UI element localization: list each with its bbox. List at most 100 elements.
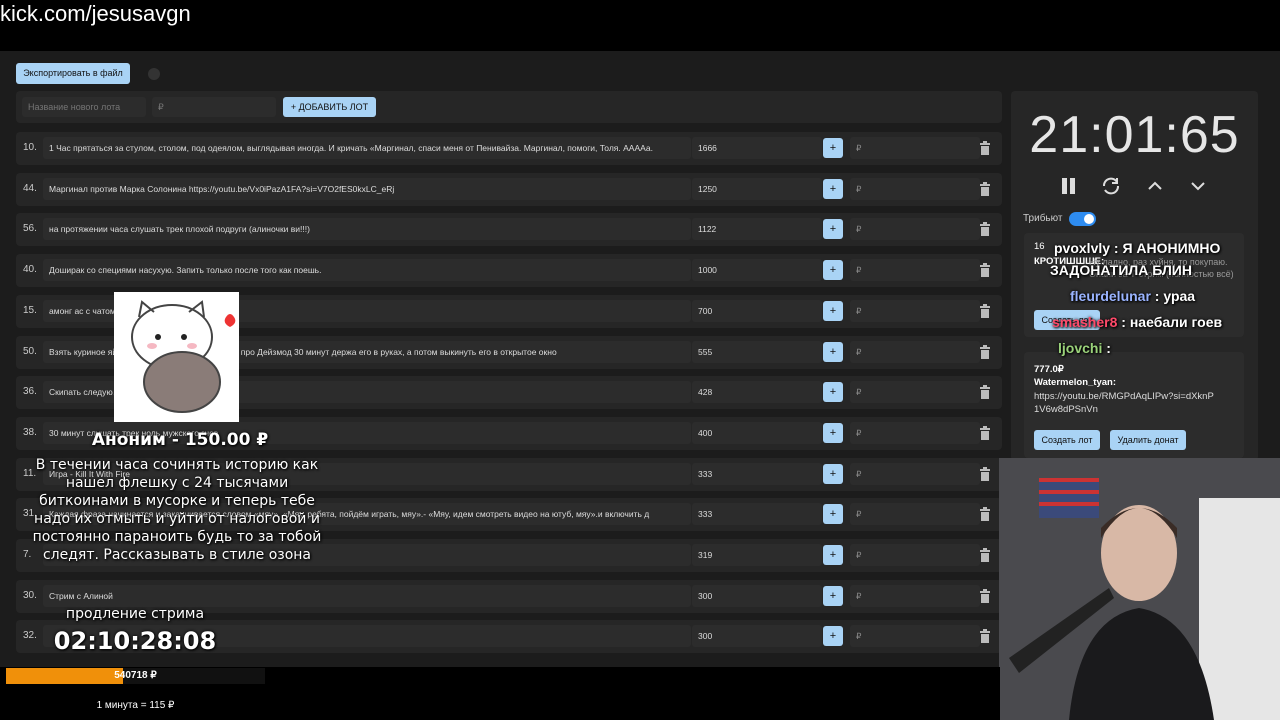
trash-icon[interactable] [980, 466, 990, 481]
lot-title-input[interactable]: на протяжении часа слушать трек плохой п… [43, 218, 691, 241]
lot-plus-button[interactable]: + [823, 422, 843, 443]
lot-plus-button[interactable]: + [823, 341, 843, 362]
export-button[interactable]: Экспортировать в файл [16, 63, 130, 84]
reset-icon[interactable] [1100, 176, 1122, 196]
lot-amount-input[interactable]: 300 [692, 584, 822, 607]
chat-text: наебали гоев [1129, 314, 1223, 330]
new-lot-price-input[interactable] [152, 97, 276, 117]
chat-username: smasher8 [1052, 314, 1118, 330]
lot-plus-button[interactable]: + [823, 300, 843, 321]
trash-icon[interactable] [980, 344, 990, 359]
lot-amount-input[interactable]: 700 [692, 299, 822, 322]
tribute-toggle[interactable] [1069, 212, 1096, 226]
chat-text: ЗАДОНАТИЛА БЛИН [1050, 262, 1192, 278]
trash-icon[interactable] [980, 385, 990, 400]
lot-plus-button[interactable]: + [823, 178, 843, 199]
chat-message: pvoxlvly : Я АНОНИМНО [1054, 240, 1220, 256]
lot-plus-button[interactable]: + [823, 463, 843, 484]
lot-amount-input[interactable]: 1122 [692, 218, 822, 241]
lot-add-amount-input[interactable]: ₽ [850, 340, 980, 363]
chat-separator: : [1117, 314, 1130, 330]
tribute-label: Трибьют [1023, 213, 1063, 224]
lot-plus-button[interactable]: + [823, 382, 843, 403]
lot-amount-input[interactable]: 1666 [692, 137, 822, 159]
lot-add-amount-input[interactable]: ₽ [850, 421, 980, 444]
lot-amount-input[interactable]: 319 [692, 544, 822, 566]
lot-add-amount-input[interactable]: ₽ [850, 462, 980, 485]
donation-amount: 16 [1034, 241, 1045, 252]
trash-icon[interactable] [980, 548, 990, 562]
lot-number: 40. [23, 264, 37, 276]
trash-icon[interactable] [980, 425, 990, 440]
lot-amount-input[interactable]: 428 [692, 381, 822, 404]
new-lot-name-input[interactable] [22, 97, 146, 117]
trash-icon[interactable] [980, 629, 990, 644]
lot-row: 56. на протяжении часа слушать трек плохо… [16, 213, 1002, 247]
chat-text: Я АНОНИМНО [1122, 240, 1221, 256]
lot-add-amount-input[interactable]: ₽ [850, 218, 980, 241]
lot-add-amount-input[interactable]: ₽ [850, 299, 980, 322]
lot-add-amount-input[interactable]: ₽ [850, 625, 980, 648]
lot-amount-input[interactable]: 1000 [692, 259, 822, 282]
lot-title-input[interactable]: Маргинал против Марка Солонина https://y… [43, 177, 691, 200]
chevron-down-icon[interactable] [1190, 176, 1206, 196]
lot-add-amount-input[interactable]: ₽ [850, 259, 980, 282]
add-lot-button[interactable]: + ДОБАВИТЬ ЛОТ [283, 97, 376, 117]
trash-icon[interactable] [980, 303, 990, 318]
extension-timer: 02:10:28:08 [53, 627, 217, 655]
lot-add-amount-input[interactable]: ₽ [850, 137, 980, 159]
lot-amount-input[interactable]: 333 [692, 503, 822, 526]
trash-icon[interactable] [980, 141, 990, 155]
lot-plus-button[interactable]: + [823, 138, 843, 158]
create-lot-button[interactable]: Создать лот [1034, 430, 1100, 450]
lot-amount-input[interactable]: 400 [692, 421, 822, 444]
lot-plus-button[interactable]: + [823, 585, 843, 606]
chat-separator: : [1110, 240, 1123, 256]
lot-row: 10. 1 Час прятаться за стулом, столом, по… [16, 132, 1002, 165]
lot-title-input[interactable]: Доширак со специями насухую. Запить толь… [43, 259, 691, 282]
lot-add-amount-input[interactable]: ₽ [850, 544, 980, 566]
extension-label: продление стрима [65, 606, 205, 622]
lot-number: 10. [23, 142, 37, 153]
chat-separator: : [1150, 288, 1164, 304]
lot-number: 56. [23, 223, 37, 235]
lot-add-amount-input[interactable]: ₽ [850, 503, 980, 526]
chat-message: smasher8 : наебали гоев [1052, 314, 1222, 330]
lot-number: 36. [23, 386, 37, 398]
trash-icon[interactable] [980, 181, 990, 196]
lot-row: 44. Маргинал против Марка Солонина https:… [16, 172, 1002, 206]
lot-plus-button[interactable]: + [823, 504, 843, 525]
webcam-overlay [999, 458, 1280, 720]
lot-plus-button[interactable]: + [823, 626, 843, 647]
trash-icon[interactable] [980, 263, 990, 278]
chat-username: ljovchi [1058, 340, 1103, 356]
lot-title-input[interactable]: Стрим с Алиной [43, 584, 691, 607]
lot-number: 30. [23, 589, 37, 601]
trash-icon[interactable] [980, 588, 990, 603]
delete-donation-button[interactable]: Удалить донат [1110, 430, 1186, 450]
chat-username: pvoxlvly [1054, 240, 1111, 256]
lot-plus-button[interactable]: + [823, 219, 843, 240]
alert-message: В течении часа сочинять историю как наше… [32, 457, 322, 563]
trash-icon[interactable] [980, 507, 990, 522]
lot-add-amount-input[interactable]: ₽ [850, 584, 980, 607]
pause-icon[interactable] [1060, 176, 1078, 196]
lot-amount-input[interactable]: 333 [692, 462, 822, 485]
chat-message: ljovchi : [1058, 340, 1111, 356]
lot-amount-input[interactable]: 555 [692, 340, 822, 363]
lot-amount-input[interactable]: 300 [692, 625, 822, 648]
lot-plus-button[interactable]: + [823, 260, 843, 281]
browser-url: kick.com/jesusavgn [0, 1, 191, 26]
lot-number: 38. [23, 426, 37, 438]
lot-add-amount-input[interactable]: ₽ [850, 381, 980, 404]
lot-amount-input[interactable]: 1250 [692, 177, 822, 200]
lot-plus-button[interactable]: + [823, 545, 843, 565]
trash-icon[interactable] [980, 222, 990, 237]
lot-title-input[interactable]: 1 Час прятаться за стулом, столом, под о… [43, 137, 691, 159]
chevron-up-icon[interactable] [1147, 176, 1163, 196]
lot-number: 44. [23, 182, 37, 194]
auction-timer: 21:01:65 [1029, 106, 1240, 164]
lot-add-amount-input[interactable]: ₽ [850, 177, 980, 200]
donation-card: 777.0₽ Watermelon_tyan: https://youtu.be… [1024, 352, 1244, 458]
chat-username: fleurdelunar [1070, 288, 1151, 304]
